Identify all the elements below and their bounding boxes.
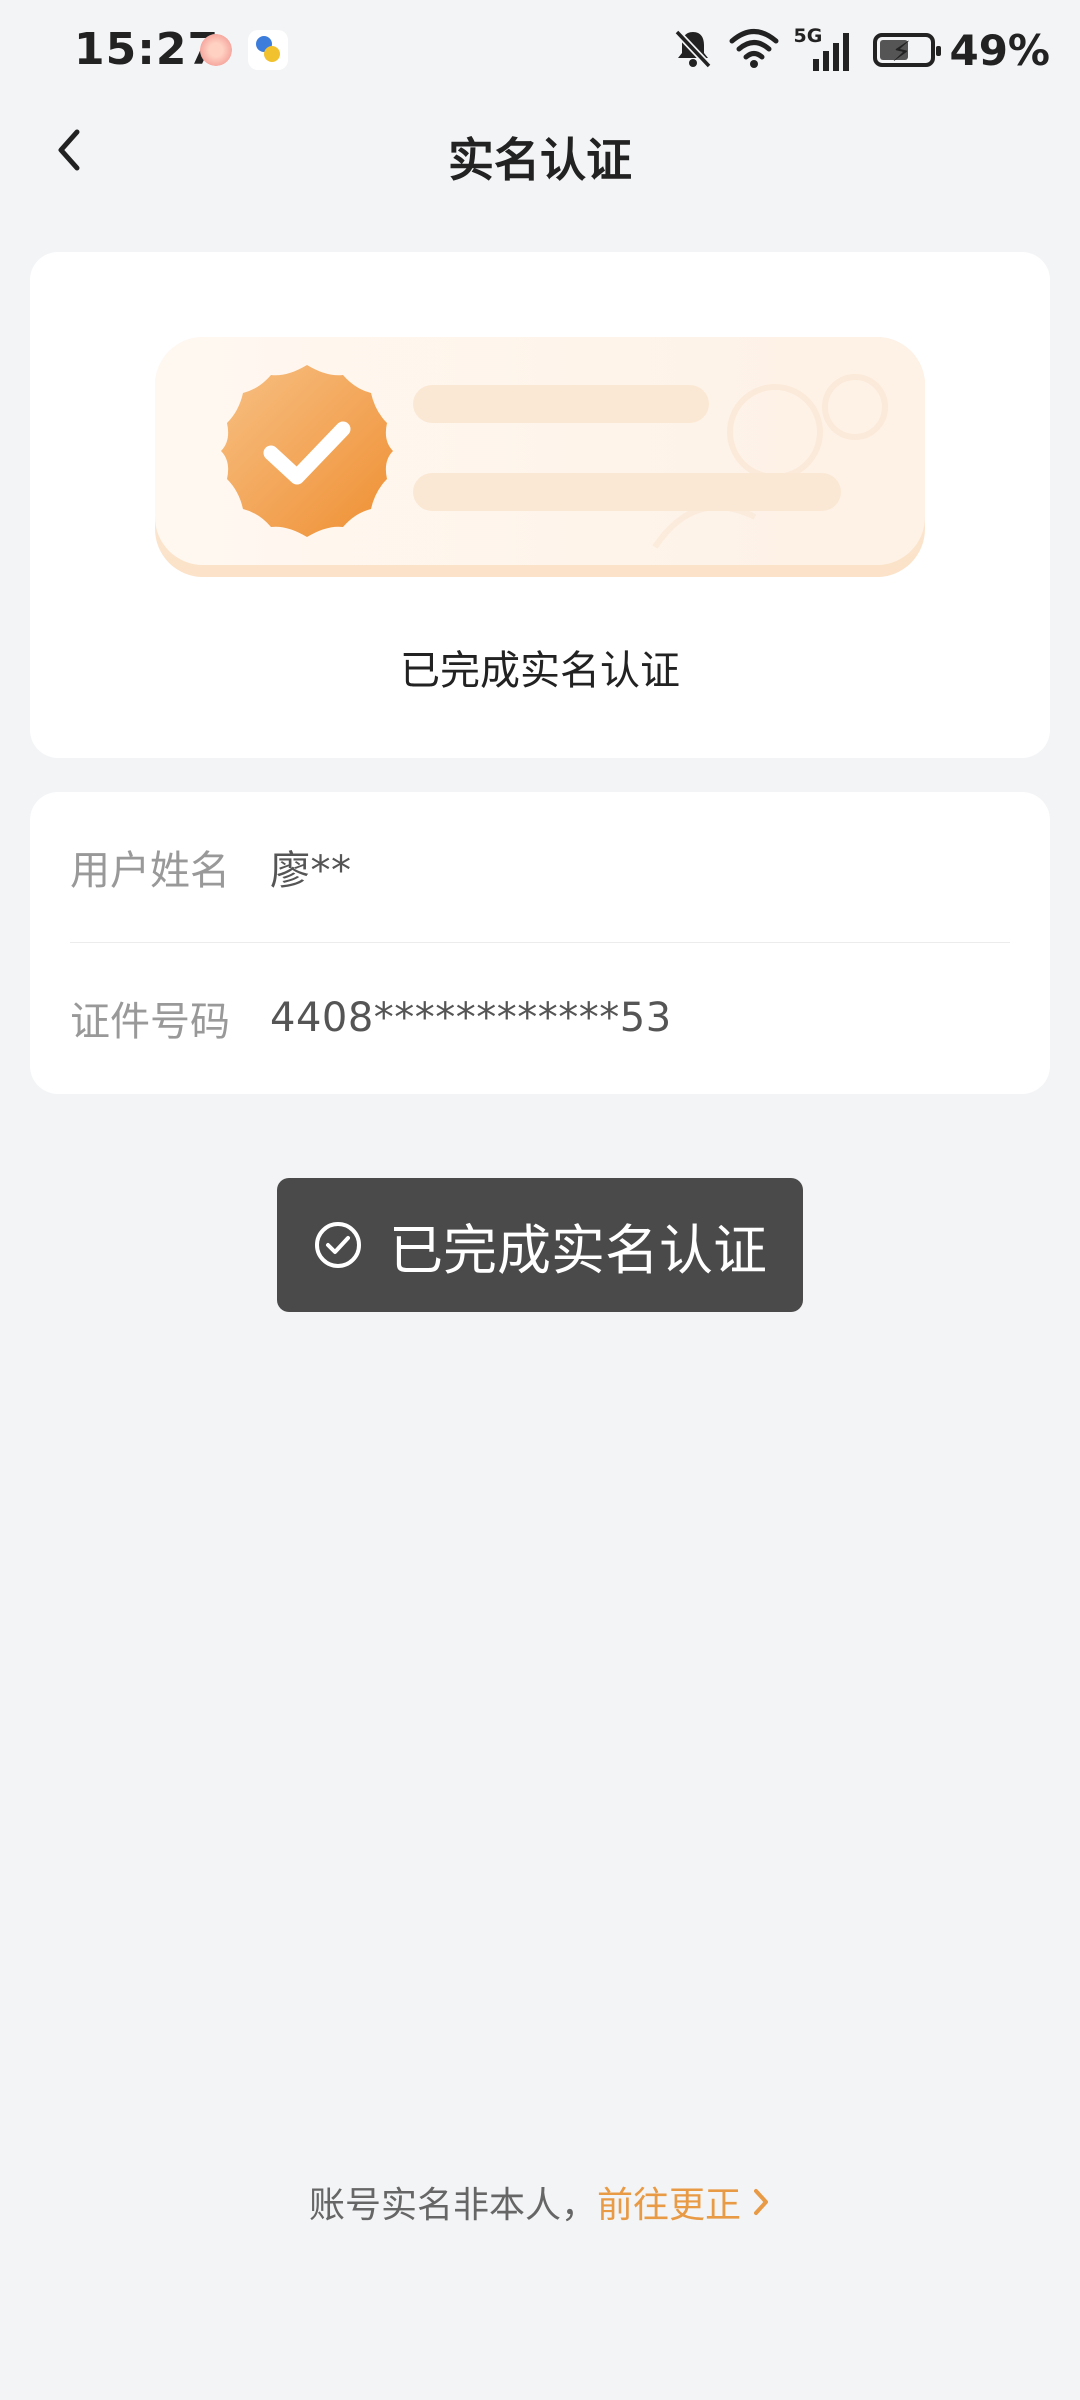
verified-badge-illustration	[155, 337, 925, 577]
status-bar: 15:27 5G ⚡ 49%	[0, 0, 1080, 100]
correction-link[interactable]: 前往更正	[597, 2176, 771, 2228]
info-row-name: 用户姓名 廖**	[70, 792, 1010, 942]
correction-link-label: 前往更正	[597, 2185, 742, 2226]
navigation-bar: 实名认证	[0, 100, 1080, 210]
app-pinwheel-icon	[248, 30, 288, 70]
page-title: 实名认证	[448, 133, 632, 187]
signal-5g-icon: 5G	[793, 25, 859, 75]
info-row-id-number: 证件号码 4408************53	[70, 943, 1010, 1093]
verification-status-text: 已完成实名认证	[400, 648, 680, 694]
info-label: 证件号码	[70, 999, 230, 1045]
toast-message: 已完成实名认证	[277, 1178, 803, 1312]
verification-status-card: 已完成实名认证	[30, 252, 1050, 758]
verified-seal-icon	[221, 365, 393, 537]
info-value: 廖**	[270, 848, 352, 894]
chevron-right-icon	[754, 2189, 769, 2215]
identity-info-card: 用户姓名 廖** 证件号码 4408************53	[30, 792, 1050, 1094]
bell-muted-icon	[671, 26, 715, 74]
footer-prompt: 账号实名非本人，	[308, 2185, 597, 2226]
check-circle-icon	[315, 1222, 361, 1268]
footer-correction: 账号实名非本人， 前往更正	[0, 2176, 1080, 2228]
app-flower-icon	[200, 34, 232, 66]
info-label: 用户姓名	[70, 848, 230, 894]
battery-charging-icon: ⚡	[873, 33, 942, 68]
battery-percent: 49%	[949, 25, 1050, 75]
toast-text: 已完成实名认证	[389, 1218, 767, 1282]
status-time: 15:27	[74, 24, 220, 75]
wifi-icon	[729, 26, 779, 74]
info-value: 4408************53	[270, 995, 672, 1041]
